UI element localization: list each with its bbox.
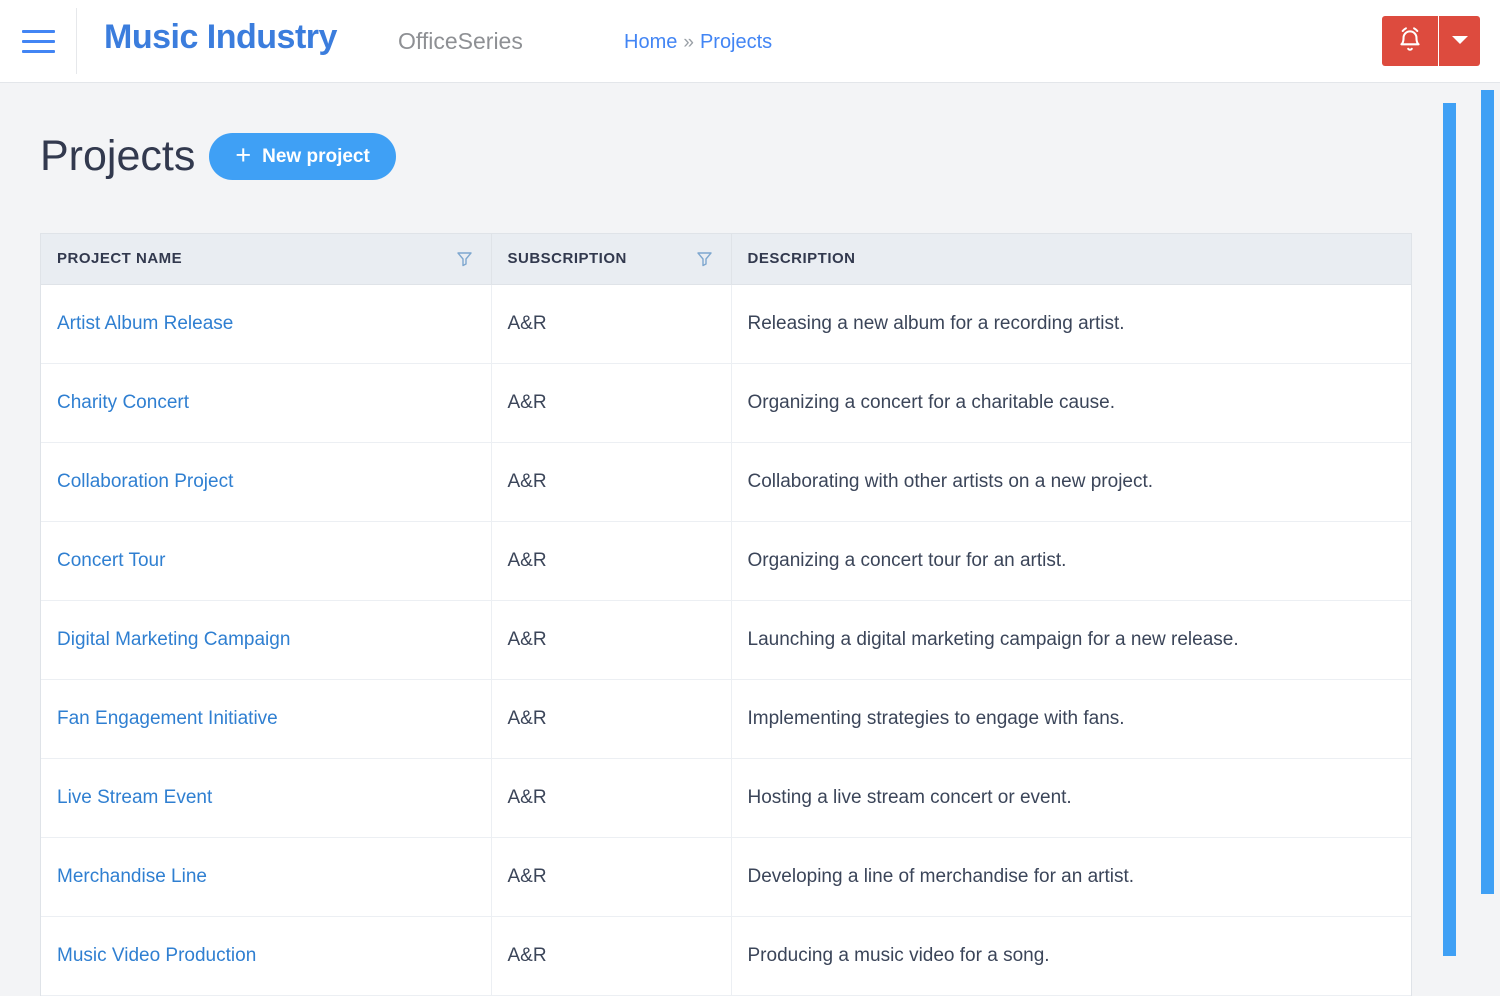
notifications-button[interactable] <box>1382 16 1438 66</box>
notifications-dropdown-button[interactable] <box>1438 16 1480 66</box>
cell-project-name: Charity Concert <box>41 363 491 442</box>
page-heading-row: Projects + New project <box>40 133 396 180</box>
table-row: Music Video Production A&RProducing a mus… <box>41 916 1411 995</box>
project-link[interactable]: Music Video Production <box>57 945 256 966</box>
cell-subscription: A&R <box>491 521 731 600</box>
table-row: Collaboration Project A&RCollaborating wi… <box>41 442 1411 521</box>
cell-subscription: A&R <box>491 442 731 521</box>
table-row: Concert Tour A&ROrganizing a concert tour… <box>41 521 1411 600</box>
cell-project-name: Fan Engagement Initiative <box>41 679 491 758</box>
project-link[interactable]: Charity Concert <box>57 392 189 413</box>
project-link[interactable]: Collaboration Project <box>57 471 233 492</box>
cell-description: Collaborating with other artists on a ne… <box>731 442 1411 521</box>
breadcrumb-home-link[interactable]: Home <box>624 31 677 54</box>
table-row: Charity Concert A&ROrganizing a concert f… <box>41 363 1411 442</box>
cell-subscription: A&R <box>491 837 731 916</box>
cell-description: Implementing strategies to engage with f… <box>731 679 1411 758</box>
suite-name: OfficeSeries <box>398 28 523 55</box>
header-divider <box>76 8 77 74</box>
projects-table-container: PROJECT NAME SUBSCRIPTION <box>40 233 1412 996</box>
table-body: Artist Album ReleaseA&RReleasing a new a… <box>41 284 1411 995</box>
cell-subscription: A&R <box>491 600 731 679</box>
project-link[interactable]: Digital Marketing Campaign <box>57 629 290 650</box>
table-row: Live Stream Event A&RHosting a live strea… <box>41 758 1411 837</box>
cell-subscription: A&R <box>491 363 731 442</box>
column-header-description[interactable]: DESCRIPTION <box>731 234 1411 284</box>
bell-icon <box>1397 26 1423 57</box>
cell-description: Developing a line of merchandise for an … <box>731 837 1411 916</box>
column-header-subscription[interactable]: SUBSCRIPTION <box>491 234 731 284</box>
table-row: Merchandise Line A&RDeveloping a line of … <box>41 837 1411 916</box>
project-link[interactable]: Live Stream Event <box>57 787 212 808</box>
cell-subscription: A&R <box>491 916 731 995</box>
column-label: DESCRIPTION <box>748 250 856 267</box>
page-title: Projects <box>40 135 195 178</box>
cell-project-name: Collaboration Project <box>41 442 491 521</box>
cell-description: Organizing a concert tour for an artist. <box>731 521 1411 600</box>
page-scrollbar-thumb[interactable] <box>1481 90 1494 894</box>
table-header-row: PROJECT NAME SUBSCRIPTION <box>41 234 1411 284</box>
plus-icon: + <box>235 142 251 169</box>
breadcrumb: Home » Projects <box>624 31 772 54</box>
breadcrumb-separator: » <box>683 32 694 54</box>
cell-description: Launching a digital marketing campaign f… <box>731 600 1411 679</box>
hamburger-bar <box>22 30 55 33</box>
notification-button-group <box>1382 16 1480 66</box>
caret-down-icon <box>1451 34 1469 49</box>
column-label: SUBSCRIPTION <box>508 250 627 267</box>
breadcrumb-current-link[interactable]: Projects <box>700 31 772 54</box>
cell-project-name: Music Video Production <box>41 916 491 995</box>
project-link[interactable]: Concert Tour <box>57 550 165 571</box>
projects-table: PROJECT NAME SUBSCRIPTION <box>41 234 1411 996</box>
cell-project-name: Artist Album Release <box>41 284 491 363</box>
table-row: Fan Engagement Initiative A&RImplementing… <box>41 679 1411 758</box>
cell-description: Producing a music video for a song. <box>731 916 1411 995</box>
hamburger-menu-icon[interactable] <box>22 25 55 58</box>
filter-funnel-icon-subscription[interactable] <box>696 250 713 267</box>
project-link[interactable]: Fan Engagement Initiative <box>57 708 278 729</box>
project-link[interactable]: Artist Album Release <box>57 313 233 334</box>
project-link[interactable]: Merchandise Line <box>57 866 207 887</box>
content-scrollbar-thumb[interactable] <box>1443 103 1456 956</box>
cell-description: Hosting a live stream concert or event. <box>731 758 1411 837</box>
table-row: Artist Album Release A&RReleasing a new a… <box>41 284 1411 363</box>
top-navigation-bar: Music Industry OfficeSeries Home » Proje… <box>0 0 1500 83</box>
column-header-project-name[interactable]: PROJECT NAME <box>41 234 491 284</box>
hamburger-bar <box>22 50 55 53</box>
cell-project-name: Merchandise Line <box>41 837 491 916</box>
brand-title[interactable]: Music Industry <box>104 18 337 57</box>
column-label: PROJECT NAME <box>57 250 182 267</box>
cell-project-name: Concert Tour <box>41 521 491 600</box>
filter-funnel-icon-project-name[interactable] <box>456 250 473 267</box>
new-project-button[interactable]: + New project <box>209 133 395 180</box>
table-header: PROJECT NAME SUBSCRIPTION <box>41 234 1411 284</box>
cell-subscription: A&R <box>491 679 731 758</box>
cell-description: Organizing a concert for a charitable ca… <box>731 363 1411 442</box>
cell-subscription: A&R <box>491 758 731 837</box>
cell-subscription: A&R <box>491 284 731 363</box>
hamburger-bar <box>22 40 55 43</box>
cell-project-name: Live Stream Event <box>41 758 491 837</box>
cell-description: Releasing a new album for a recording ar… <box>731 284 1411 363</box>
table-row: Digital Marketing Campaign A&RLaunching a… <box>41 600 1411 679</box>
cell-project-name: Digital Marketing Campaign <box>41 600 491 679</box>
new-project-label: New project <box>262 146 370 168</box>
